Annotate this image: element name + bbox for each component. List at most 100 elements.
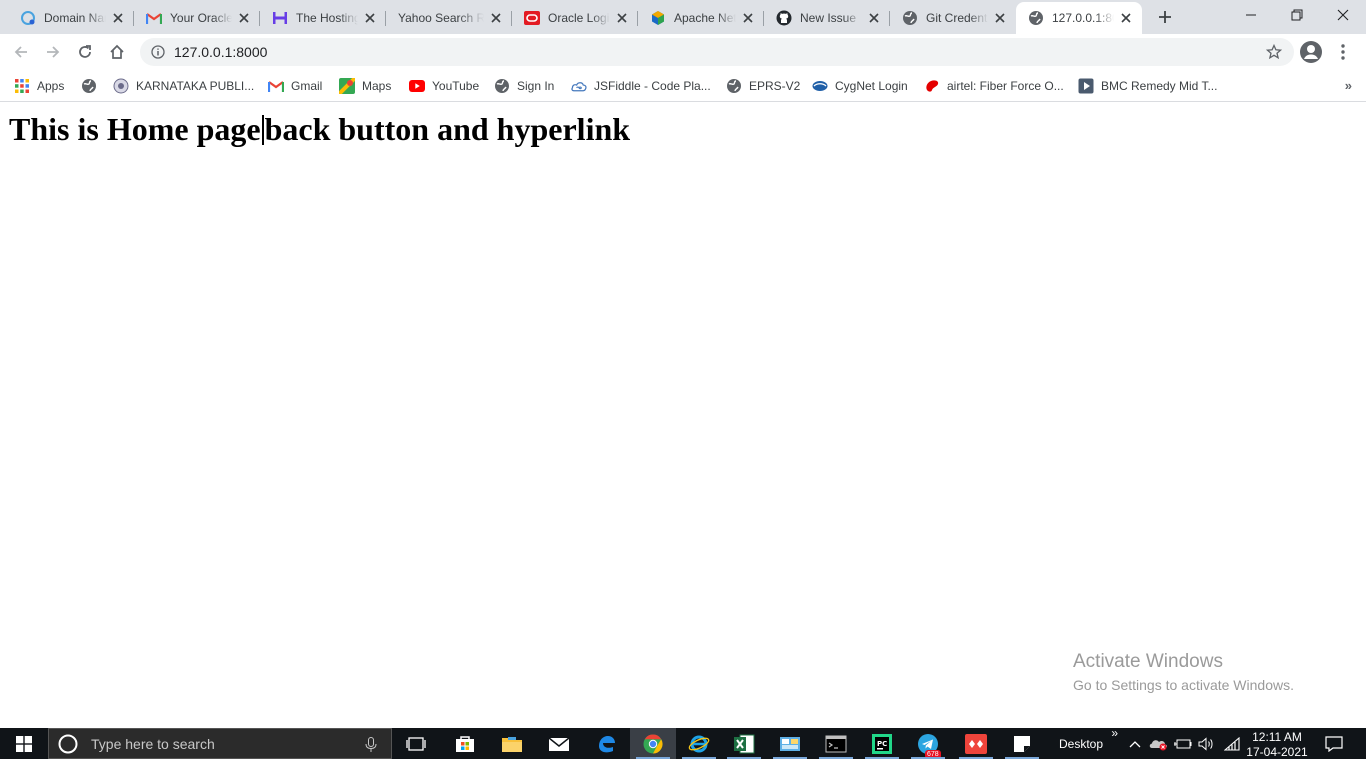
close-tab-icon[interactable] bbox=[236, 10, 252, 26]
task-view-button[interactable] bbox=[393, 728, 439, 759]
taskbar-control-panel[interactable] bbox=[767, 728, 813, 759]
tab-git-credentials[interactable]: Git Credentials bbox=[890, 2, 1016, 34]
jsfiddle-icon bbox=[571, 78, 587, 94]
tab-the-hosting[interactable]: The Hosting bbox=[260, 2, 386, 34]
notification-center-button[interactable] bbox=[1318, 728, 1350, 759]
page-heading: This is Home page back button and hyperli… bbox=[9, 111, 630, 148]
desktop-chevron-icon: » bbox=[1111, 726, 1118, 740]
hostinger-icon bbox=[272, 10, 288, 26]
taskbar-chrome[interactable] bbox=[630, 728, 676, 759]
menu-kebab-icon[interactable] bbox=[1333, 40, 1353, 64]
bookmark-label: YouTube bbox=[432, 79, 480, 93]
excel-icon bbox=[734, 734, 755, 753]
tab-yahoo-search[interactable]: Yahoo Search Results bbox=[386, 2, 512, 34]
close-tab-icon[interactable] bbox=[362, 10, 378, 26]
desktop-toolbar-label[interactable]: Desktop » bbox=[1052, 726, 1118, 759]
taskbar-anydesk[interactable] bbox=[953, 728, 999, 759]
home-button[interactable] bbox=[103, 38, 131, 66]
tab-title: 127.0.0.1:8000 bbox=[1052, 11, 1114, 25]
taskbar-search-box[interactable]: Type here to search bbox=[48, 728, 392, 759]
apps-grid-icon bbox=[14, 78, 30, 94]
tab-oracle-login[interactable]: Oracle Login bbox=[512, 2, 638, 34]
svg-text:PC: PC bbox=[877, 740, 887, 748]
more-bookmarks-chevron-icon[interactable]: » bbox=[1345, 78, 1352, 93]
folder-icon bbox=[502, 736, 522, 752]
close-tab-icon[interactable] bbox=[1118, 10, 1134, 26]
sticky-notes-icon bbox=[1014, 735, 1030, 752]
forward-button[interactable] bbox=[39, 38, 67, 66]
minimize-button[interactable] bbox=[1228, 0, 1274, 30]
new-tab-button[interactable] bbox=[1152, 5, 1178, 29]
airtel-icon bbox=[924, 78, 940, 94]
tab-apache-netbeans[interactable]: Apache NetBeans bbox=[638, 2, 764, 34]
gmail-icon bbox=[268, 78, 284, 94]
page-content: This is Home page back button and hyperli… bbox=[0, 103, 1366, 728]
heading-part2: back button and hyperlink bbox=[264, 111, 631, 147]
bookmark-youtube[interactable]: YouTube bbox=[409, 74, 479, 98]
tray-battery[interactable] bbox=[1173, 728, 1193, 759]
globe-icon bbox=[726, 78, 742, 94]
tab-your-oracle[interactable]: Your Oracle bbox=[134, 2, 260, 34]
bookmark-jsfiddle[interactable]: JSFiddle - Code Pla... bbox=[571, 74, 711, 98]
internet-explorer-icon bbox=[688, 735, 710, 752]
close-tab-icon[interactable] bbox=[614, 10, 630, 26]
url-text[interactable]: 127.0.0.1:8000 bbox=[174, 38, 267, 66]
speaker-icon bbox=[1198, 736, 1213, 751]
tab-domain-names[interactable]: Domain Names bbox=[8, 2, 134, 34]
taskbar-clock[interactable]: 12:11 AM 17-04-2021 bbox=[1244, 730, 1310, 759]
bookmark-label: Gmail bbox=[291, 79, 323, 93]
reload-button[interactable] bbox=[71, 38, 99, 66]
show-hidden-icons-button[interactable] bbox=[1126, 728, 1144, 759]
bookmark-gmail[interactable]: Gmail bbox=[268, 74, 322, 98]
bmc-icon bbox=[1078, 78, 1094, 94]
tab-localhost[interactable]: 127.0.0.1:8000 bbox=[1016, 2, 1142, 34]
close-tab-icon[interactable] bbox=[992, 10, 1008, 26]
start-button[interactable] bbox=[0, 728, 48, 759]
bookmark-bmc-remedy[interactable]: BMC Remedy Mid T... bbox=[1078, 74, 1217, 98]
close-window-button[interactable] bbox=[1320, 0, 1366, 30]
taskbar-edge[interactable] bbox=[583, 728, 629, 759]
bookmark-airtel[interactable]: airtel: Fiber Force O... bbox=[924, 74, 1064, 98]
taskbar-file-explorer[interactable] bbox=[489, 728, 535, 759]
bookmark-globe[interactable] bbox=[81, 74, 104, 98]
telegram-badge: 678 bbox=[925, 750, 941, 759]
tray-wifi[interactable] bbox=[1222, 728, 1242, 759]
bookmark-maps[interactable]: Maps bbox=[339, 74, 391, 98]
bookmark-karnataka[interactable]: KARNATAKA PUBLI... bbox=[113, 74, 254, 98]
taskbar-store[interactable] bbox=[442, 728, 488, 759]
restore-button[interactable] bbox=[1274, 0, 1320, 30]
bookmark-eprs[interactable]: EPRS-V2 bbox=[726, 74, 800, 98]
close-tab-icon[interactable] bbox=[488, 10, 504, 26]
address-bar[interactable]: 127.0.0.1:8000 bbox=[140, 38, 1294, 66]
tray-onedrive[interactable] bbox=[1148, 728, 1170, 759]
info-icon[interactable] bbox=[150, 44, 166, 60]
terminal-icon bbox=[825, 735, 847, 752]
pycharm-icon: PC bbox=[872, 733, 892, 754]
profile-avatar-icon[interactable] bbox=[1299, 40, 1323, 64]
domain-names-icon bbox=[20, 10, 36, 26]
tray-volume[interactable] bbox=[1197, 728, 1217, 759]
bookmark-cygnet[interactable]: CygNet Login bbox=[812, 74, 908, 98]
mail-icon bbox=[548, 736, 570, 751]
taskbar-sticky-notes[interactable] bbox=[999, 728, 1045, 759]
bookmark-apps[interactable]: Apps bbox=[14, 74, 64, 98]
home-icon bbox=[110, 44, 124, 59]
close-tab-icon[interactable] bbox=[740, 10, 756, 26]
back-button[interactable] bbox=[7, 38, 35, 66]
close-tab-icon[interactable] bbox=[110, 10, 126, 26]
bookmark-label: airtel: Fiber Force O... bbox=[947, 79, 1064, 93]
taskbar-command-prompt[interactable] bbox=[813, 728, 859, 759]
bookmark-label: Maps bbox=[362, 79, 392, 93]
bookmark-star-icon[interactable] bbox=[1266, 44, 1282, 60]
clock-time: 12:11 AM bbox=[1252, 730, 1302, 744]
globe-icon bbox=[1028, 10, 1044, 26]
tab-new-issue[interactable]: New Issue bbox=[764, 2, 890, 34]
taskbar-pycharm[interactable]: PC bbox=[859, 728, 905, 759]
bookmark-label: CygNet Login bbox=[835, 79, 908, 93]
bookmark-sign-in[interactable]: Sign In bbox=[494, 74, 554, 98]
taskbar-mail[interactable] bbox=[536, 728, 582, 759]
taskbar-excel[interactable] bbox=[721, 728, 767, 759]
taskbar-internet-explorer[interactable] bbox=[676, 728, 722, 759]
taskbar-telegram[interactable]: 678 bbox=[905, 728, 951, 759]
close-tab-icon[interactable] bbox=[866, 10, 882, 26]
